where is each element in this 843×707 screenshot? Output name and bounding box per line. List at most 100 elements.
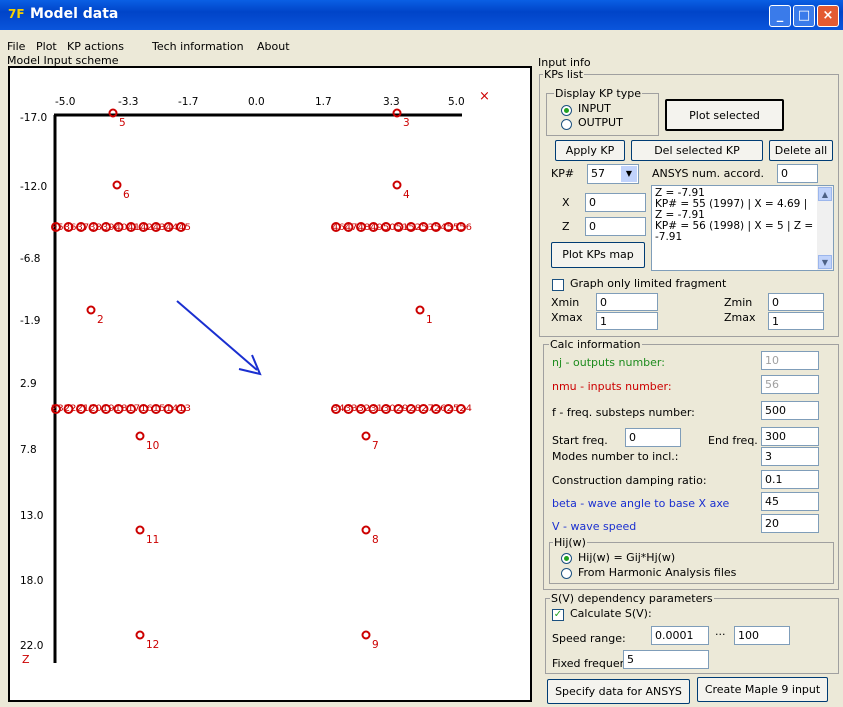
app-window: 7F Model data _ □ × File Plot KP actions… (0, 0, 843, 707)
ansys-num-field[interactable]: 0 (777, 164, 818, 183)
x-tick-label: -3.3 (118, 96, 139, 108)
row-label-lower-left: 2322212019181716151413 (51, 404, 191, 414)
modes-field[interactable]: 3 (761, 447, 819, 466)
menu-kp-actions[interactable]: KP actions (67, 40, 124, 53)
kp-marker[interactable] (112, 180, 122, 190)
damping-label: Construction damping ratio: (552, 474, 707, 487)
kp-marker[interactable] (361, 525, 371, 535)
radio-harmonic-files-label: From Harmonic Analysis files (578, 566, 737, 579)
kp-marker[interactable] (86, 305, 96, 315)
model-plot-svg[interactable]: -5.0 -3.3 -1.7 0.0 1.7 3.3 5.0 -17.0 -12.0 -6.8 -… (10, 68, 530, 700)
beta-field[interactable]: 45 (761, 492, 819, 511)
chevron-down-icon[interactable]: ▼ (621, 166, 637, 182)
scroll-down-icon[interactable]: ▼ (818, 255, 832, 269)
title-bar[interactable]: 7F Model data _ □ × (0, 0, 843, 30)
menu-bar: File Plot KP actions Tech information Ab… (0, 38, 843, 56)
xmin-field[interactable]: 0 (596, 293, 658, 311)
apply-kp-button[interactable]: Apply KP (555, 140, 625, 161)
kp-text-line: -7.91 (655, 231, 683, 243)
kp-info-text[interactable]: Z = -7.91 KP# = 55 (1997) | X = 4.69 | Z… (651, 185, 834, 271)
kp-text-scrollbar[interactable]: ▲ ▼ (817, 186, 833, 270)
radio-output[interactable] (561, 119, 572, 130)
f-substeps-field[interactable]: 500 (761, 401, 819, 420)
minimize-button[interactable]: _ (769, 5, 791, 27)
menu-plot[interactable]: Plot (36, 40, 57, 53)
kp-label: 4 (403, 189, 410, 201)
radio-harmonic-files[interactable] (561, 568, 572, 579)
radio-hij-gij[interactable] (561, 553, 572, 564)
kp-marker[interactable] (135, 630, 145, 640)
z-tick-label: 13.0 (20, 510, 43, 522)
kp-label: 6 (123, 189, 130, 201)
radio-input-label: INPUT (578, 102, 611, 115)
ansys-num-label: ANSYS num. accord. (652, 167, 764, 180)
x-field[interactable]: 0 (585, 193, 646, 212)
radio-input[interactable] (561, 105, 572, 116)
close-button[interactable]: × (817, 5, 839, 27)
del-selected-kp-button[interactable]: Del selected KP (631, 140, 763, 161)
plot-kps-map-button[interactable]: Plot KPs map (551, 242, 645, 268)
x-tick-label: 0.0 (248, 96, 265, 108)
kp-marker[interactable] (135, 431, 145, 441)
x-tick-label: 5.0 (448, 96, 465, 108)
kp-num-label: KP# (551, 167, 575, 180)
zmax-field[interactable]: 1 (768, 312, 824, 330)
kp-marker[interactable] (361, 431, 371, 441)
sv-label: S(V) dependency parameters (550, 592, 714, 605)
x-tick-label: 3.3 (383, 96, 400, 108)
scroll-up-icon[interactable]: ▲ (818, 187, 832, 201)
damping-field[interactable]: 0.1 (761, 470, 819, 489)
create-maple-button[interactable]: Create Maple 9 input (697, 677, 828, 702)
end-freq-field[interactable]: 300 (761, 427, 819, 446)
kp-num-value: 57 (591, 167, 605, 180)
fixed-frequency-field[interactable]: 5 (623, 650, 709, 669)
calculate-sv-label: Calculate S(V): (570, 607, 652, 620)
menu-about[interactable]: About (257, 40, 290, 53)
x-tick-label: -1.7 (178, 96, 199, 108)
nj-field: 10 (761, 351, 819, 370)
speed-from-field[interactable]: 0.0001 (651, 626, 709, 645)
z-axis-label: Z (22, 653, 30, 666)
speed-to-field[interactable]: 100 (734, 626, 790, 645)
v-label: V - wave speed (552, 520, 637, 533)
z-field[interactable]: 0 (585, 217, 646, 236)
kp-num-select[interactable]: 57 ▼ (587, 164, 639, 184)
xmax-field[interactable]: 1 (596, 312, 658, 330)
kp-label: 9 (372, 639, 379, 651)
kps-list-label: KPs list (543, 68, 585, 81)
z-tick-label: -6.8 (20, 253, 41, 265)
zmin-field[interactable]: 0 (768, 293, 824, 311)
x-label: X (562, 196, 570, 209)
radio-output-label: OUTPUT (578, 116, 623, 129)
kp-marker[interactable] (361, 630, 371, 640)
menu-file[interactable]: File (7, 40, 25, 53)
graph-fragment-label: Graph only limited fragment (570, 277, 727, 290)
start-freq-field[interactable]: 0 (625, 428, 681, 447)
nmu-label: nmu - inputs number: (552, 380, 672, 393)
graph-fragment-checkbox[interactable] (552, 279, 564, 291)
menu-tech-information[interactable]: Tech information (152, 40, 244, 53)
kp-marker[interactable] (392, 180, 402, 190)
x-tick-label: 1.7 (315, 96, 332, 108)
nj-label: nj - outputs number: (552, 356, 665, 369)
calculate-sv-checkbox[interactable]: ✓ (552, 609, 564, 621)
speed-range-label: Speed range: (552, 632, 626, 645)
kp-label: 3 (403, 117, 410, 129)
kp-label: 1 (426, 314, 433, 326)
delete-all-button[interactable]: Delete all (769, 140, 833, 161)
v-field[interactable]: 20 (761, 514, 819, 533)
z-tick-label: 18.0 (20, 575, 43, 587)
window-title: Model data (30, 6, 119, 22)
maximize-icon: □ (797, 8, 811, 23)
kp-marker[interactable] (415, 305, 425, 315)
specify-ansys-button[interactable]: Specify data for ANSYS (547, 679, 690, 704)
beta-label: beta - wave angle to base X axe (552, 497, 730, 510)
display-kp-type-label: Display KP type (554, 87, 642, 100)
model-plot[interactable]: -5.0 -3.3 -1.7 0.0 1.7 3.3 5.0 -17.0 -12.0 -6.8 -… (8, 66, 532, 702)
plot-selected-button[interactable]: Plot selected (665, 99, 784, 131)
modes-label: Modes number to incl.: (552, 450, 679, 463)
maximize-button[interactable]: □ (793, 5, 815, 27)
kp-marker[interactable] (135, 525, 145, 535)
z-label: Z (562, 220, 570, 233)
speed-range-separator: ... (715, 625, 726, 638)
